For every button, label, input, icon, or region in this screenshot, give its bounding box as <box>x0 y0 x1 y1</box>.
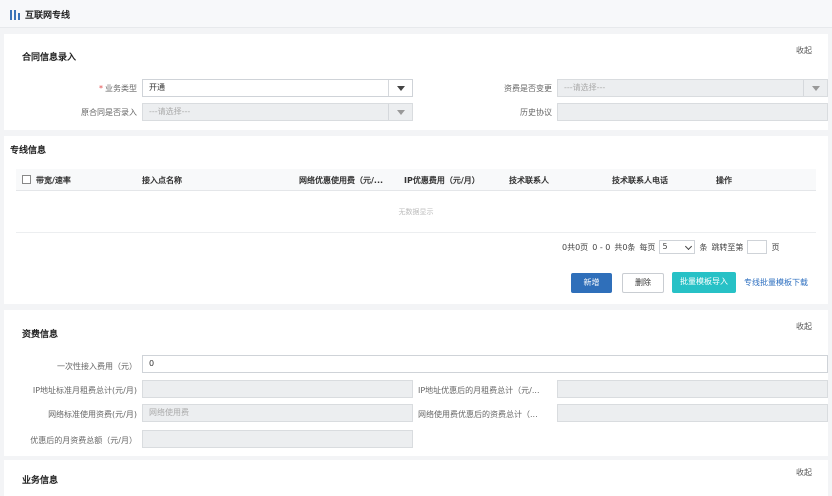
chevron-down-icon[interactable] <box>388 104 412 120</box>
one-time-fee-label: 一次性接入费用（元） <box>57 362 137 371</box>
ip-standard-total-label: IP地址标准月租费总计(元/月) <box>32 386 137 395</box>
ip-discount-total-field[interactable] <box>557 380 828 398</box>
business-type-label: * 业务类型 <box>60 83 137 94</box>
network-discount-total-field[interactable] <box>557 404 828 422</box>
network-discount-total-label: 网络使用费优惠后的资费总计（... <box>418 410 538 419</box>
col-tech-contact: 技术联系人 <box>509 176 549 185</box>
per-page-label: 每页 <box>639 242 656 252</box>
table-empty-message: 无数据显示 <box>16 191 816 233</box>
per-page-select[interactable]: 5 <box>659 240 696 254</box>
contract-collapse-link[interactable]: 收起 <box>796 45 812 56</box>
batch-import-button[interactable]: 批量模板导入 <box>672 272 736 293</box>
network-standard-fee-label: 网络标准使用资费(元/月) <box>48 410 137 419</box>
ip-standard-total-field[interactable] <box>142 380 413 398</box>
template-download-link[interactable]: 专线批量模板下载 <box>744 277 808 288</box>
business-type-label-text: 业务类型 <box>105 84 137 93</box>
history-agreement-label: 历史协议 <box>520 108 552 117</box>
fee-section-title: 资费信息 <box>22 330 59 340</box>
business-type-value: 开通 <box>149 83 165 92</box>
col-access-point: 接入点名称 <box>142 176 182 185</box>
line-table-header: 带宽/速率 接入点名称 网络优惠使用费（元/... IP优惠费用（元/月） 技术… <box>16 169 816 191</box>
chevron-down-icon <box>685 242 693 251</box>
per-page-unit: 条 <box>699 242 708 252</box>
fee-change-label: 资费是否变更 <box>504 84 552 93</box>
fee-change-placeholder: ---请选择--- <box>564 83 606 92</box>
ip-discount-total-label: IP地址优惠后的月租费总计（元/... <box>418 386 540 395</box>
contract-entered-select[interactable]: ---请选择--- <box>142 103 413 121</box>
col-network-fee: 网络优惠使用费（元/... <box>299 176 384 185</box>
page-range: 0 - 0 <box>592 242 611 252</box>
required-mark: * <box>99 84 103 93</box>
logo-icon <box>10 9 22 20</box>
page-title-wrap: 互联网专线 <box>10 8 70 21</box>
page-count: 0共0页 <box>562 242 589 252</box>
contract-entered-label: 原合同是否录入 <box>81 108 137 117</box>
line-section-title: 专线信息 <box>10 146 47 156</box>
page-unit: 页 <box>771 242 780 252</box>
top-bar: 互联网专线 <box>0 0 832 28</box>
chevron-down-icon[interactable] <box>803 80 827 96</box>
col-bandwidth: 带宽/速率 <box>36 176 71 185</box>
monthly-total-label: 优惠后的月资费总额（元/月） <box>30 436 137 445</box>
business-collapse-link[interactable]: 收起 <box>796 467 812 478</box>
fee-change-select[interactable]: ---请选择--- <box>557 79 828 97</box>
jump-label: 跳转至第 <box>711 242 744 252</box>
col-actions: 操作 <box>716 176 732 185</box>
history-agreement-field[interactable] <box>557 103 828 121</box>
delete-button[interactable]: 删除 <box>622 273 664 293</box>
fee-collapse-link[interactable]: 收起 <box>796 321 812 332</box>
contract-entered-placeholder: ---请选择--- <box>149 107 191 116</box>
contract-section-title: 合同信息录入 <box>22 53 77 63</box>
pagination: 0共0页 0 - 0 共0条 每页 5 条 跳转至第 页 <box>562 240 779 254</box>
col-tech-phone: 技术联系人电话 <box>612 176 668 185</box>
chevron-down-icon[interactable] <box>388 80 412 96</box>
business-section <box>4 460 828 496</box>
col-ip-fee: IP优惠费用（元/月） <box>404 176 480 185</box>
monthly-total-field[interactable] <box>142 430 413 448</box>
select-all-checkbox[interactable] <box>22 175 31 184</box>
total-count: 共0条 <box>614 242 636 252</box>
add-button[interactable]: 新增 <box>571 273 612 293</box>
network-standard-fee-field[interactable]: 网络使用费 <box>142 404 413 422</box>
page-title: 互联网专线 <box>25 11 71 21</box>
network-standard-fee-placeholder: 网络使用费 <box>149 408 189 417</box>
one-time-fee-input[interactable]: 0 <box>142 355 828 373</box>
per-page-value: 5 <box>662 242 668 251</box>
jump-page-input[interactable] <box>747 240 768 254</box>
business-type-select[interactable]: 开通 <box>142 79 413 97</box>
business-section-title: 业务信息 <box>22 476 59 486</box>
